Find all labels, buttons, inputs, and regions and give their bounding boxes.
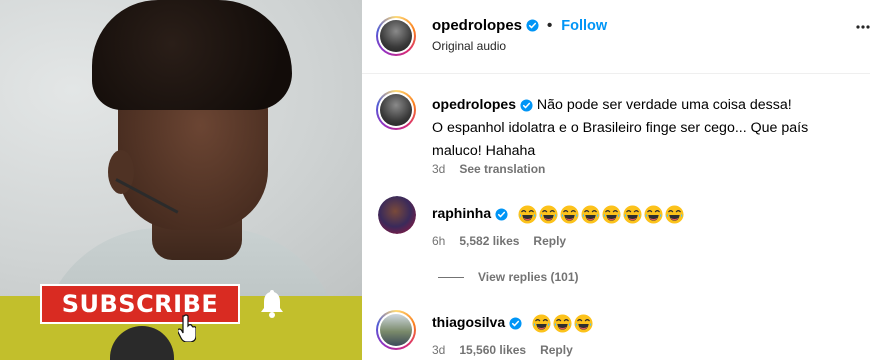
laughing-emoji-icon xyxy=(553,314,572,333)
author-avatar[interactable] xyxy=(376,16,416,56)
caption-text-line1: Não pode ser verdade uma coisa dessa! xyxy=(536,97,792,113)
laughing-emoji-icon xyxy=(644,205,663,224)
caption-text-line2: O espanhol idolatra e o Brasileiro finge… xyxy=(432,120,809,136)
laughing-emoji-icon xyxy=(518,205,537,224)
header-divider xyxy=(362,73,870,74)
laughing-emoji-icon xyxy=(560,205,579,224)
raphinha-reply-button[interactable]: Reply xyxy=(533,234,566,248)
author-header: opedrolopes • Follow xyxy=(432,17,607,34)
thiagosilva-likes[interactable]: 15,560 likes xyxy=(459,343,526,357)
verified-badge-icon xyxy=(520,99,533,112)
more-options-icon[interactable] xyxy=(856,20,870,34)
laughing-emoji-icon xyxy=(539,205,558,224)
caption-comment: opedrolopes Não pode ser verdade uma coi… xyxy=(432,93,862,163)
subscribe-overlay: SUBSCRIBE xyxy=(40,284,240,324)
separator-dot: • xyxy=(547,17,553,34)
follow-button[interactable]: Follow xyxy=(561,18,607,34)
verified-badge-icon xyxy=(526,19,539,32)
see-translation-button[interactable]: See translation xyxy=(459,162,545,176)
caption-username[interactable]: opedrolopes xyxy=(432,96,516,112)
caption-text-line3: maluco! Hahaha xyxy=(432,143,536,159)
view-replies-button[interactable]: View replies (101) xyxy=(438,270,579,284)
laughing-emoji-icon xyxy=(581,205,600,224)
thiagosilva-username[interactable]: thiagosilva xyxy=(432,314,505,330)
hand-cursor-icon xyxy=(178,314,196,342)
caption-meta: 3d See translation xyxy=(432,162,545,176)
view-replies-label: View replies (101) xyxy=(478,270,579,284)
author-username[interactable]: opedrolopes xyxy=(432,17,522,34)
raphinha-username[interactable]: raphinha xyxy=(432,205,491,221)
video-person-hair xyxy=(92,0,292,110)
emoji-reaction-row xyxy=(532,314,593,333)
original-audio-link[interactable]: Original audio xyxy=(432,39,506,53)
raphinha-meta: 6h 5,582 likes Reply xyxy=(432,234,566,248)
laughing-emoji-icon xyxy=(574,314,593,333)
comments-panel: opedrolopes • Follow Original audio oped… xyxy=(362,0,870,360)
video-player[interactable]: SUBSCRIBE xyxy=(0,0,362,360)
thiagosilva-time[interactable]: 3d xyxy=(432,343,445,357)
thiagosilva-avatar[interactable] xyxy=(376,310,416,350)
raphinha-comment: raphinha xyxy=(432,202,684,226)
verified-badge-icon xyxy=(509,317,522,330)
laughing-emoji-icon xyxy=(623,205,642,224)
emoji-reaction-row xyxy=(518,205,684,224)
laughing-emoji-icon xyxy=(665,205,684,224)
thiagosilva-comment: thiagosilva xyxy=(432,311,593,335)
verified-badge-icon xyxy=(495,208,508,221)
laughing-emoji-icon xyxy=(602,205,621,224)
raphinha-avatar[interactable] xyxy=(378,196,416,234)
raphinha-time[interactable]: 6h xyxy=(432,234,445,248)
laughing-emoji-icon xyxy=(532,314,551,333)
caption-author-avatar[interactable] xyxy=(376,90,416,130)
bell-icon xyxy=(261,290,283,318)
thiagosilva-reply-button[interactable]: Reply xyxy=(540,343,573,357)
raphinha-likes[interactable]: 5,582 likes xyxy=(459,234,519,248)
thiagosilva-meta: 3d 15,560 likes Reply xyxy=(432,343,573,357)
replies-line xyxy=(438,276,464,278)
caption-time[interactable]: 3d xyxy=(432,162,445,176)
